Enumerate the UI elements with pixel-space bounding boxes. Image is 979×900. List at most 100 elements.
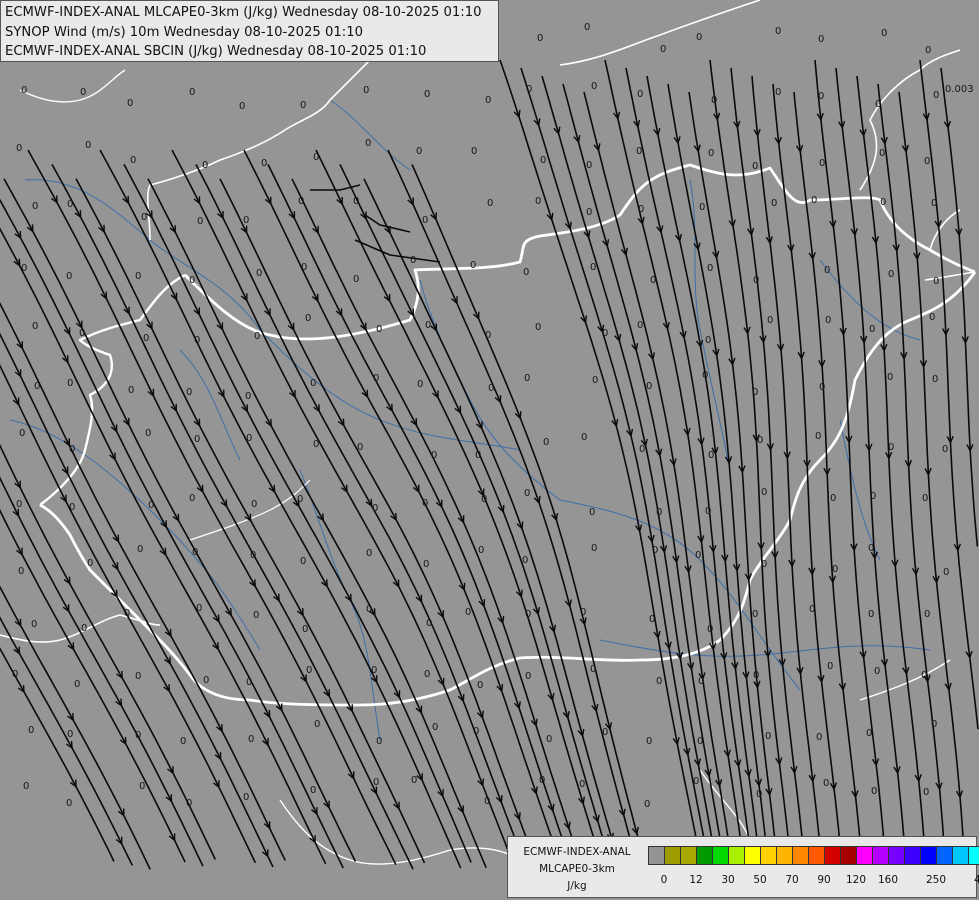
station-value: 0 [135, 671, 141, 682]
station-value: 0 [485, 95, 491, 106]
station-value: 0 [314, 719, 320, 730]
station-value: 0 [66, 271, 72, 282]
station-value: 0 [471, 146, 477, 157]
country-border [859, 49, 961, 191]
station-value: 0 [180, 736, 186, 747]
station-value: 0 [887, 372, 893, 383]
station-value: 0 [135, 730, 141, 741]
station-value: 0 [591, 81, 597, 92]
station-value: 0 [702, 370, 708, 381]
station-value: 0 [465, 607, 471, 618]
station-value: 0 [752, 609, 758, 620]
legend-color-scale [648, 846, 979, 865]
station-value: 0 [771, 198, 777, 209]
station-value: 0 [67, 199, 73, 210]
legend-swatch [808, 846, 825, 865]
station-value: 0 [929, 312, 935, 323]
station-value: 0 [823, 778, 829, 789]
station-value: 0 [313, 439, 319, 450]
station-value: 0 [705, 335, 711, 346]
legend-swatch [712, 846, 729, 865]
station-value: 0 [652, 545, 658, 556]
station-value: 0 [256, 268, 262, 279]
legend-tick-label: 70 [785, 874, 799, 886]
station-value: 0 [366, 548, 372, 559]
station-value: 0 [871, 786, 877, 797]
station-value: 0 [752, 387, 758, 398]
wind-streamline [940, 67, 979, 547]
station-value: 0 [543, 437, 549, 448]
station-value: 0 [417, 379, 423, 390]
station-value: 0 [128, 385, 134, 396]
station-value: 0 [245, 391, 251, 402]
station-value: 0 [825, 315, 831, 326]
legend-swatch [760, 846, 777, 865]
station-value: 0 [21, 85, 27, 96]
station-value: 0 [581, 432, 587, 443]
station-value: 0 [139, 781, 145, 792]
station-value: 0 [524, 488, 530, 499]
station-value: 0 [753, 275, 759, 286]
wind-streamline [0, 227, 327, 865]
wind-streamline [0, 332, 274, 868]
station-values-layer: 0 0 0 0 0 0 0 0 0 0 0 0 0 0 0 0 0 0 0 0 0 0 0 0 0 0 0 0 0 0 0 0 0 0 0 0 0 0 0 0… [12, 22, 974, 810]
station-value: 0 [649, 614, 655, 625]
station-value: 0 [31, 619, 37, 630]
wind-streamline [3, 178, 357, 862]
station-value: 0 [925, 45, 931, 56]
station-value: 0 [470, 260, 476, 271]
color-legend: ECMWF-INDEX-ANAL MLCAPE0-3km J/kg 0 12 30 5… [507, 836, 979, 898]
station-value: 0 [695, 550, 701, 561]
station-value: 0 [761, 487, 767, 498]
station-value: 0 [300, 556, 306, 567]
legend-tick-label: 160 [877, 874, 899, 886]
station-value: 0 [310, 378, 316, 389]
station-value: 0 [923, 787, 929, 798]
station-value: 0 [137, 544, 143, 555]
station-value: 0 [656, 507, 662, 518]
station-value: 0 [868, 609, 874, 620]
wind-streamline [27, 149, 397, 866]
station-value: 0 [473, 726, 479, 737]
station-value: 0 [145, 428, 151, 439]
station-value: 0 [535, 196, 541, 207]
station-value: 0 [875, 99, 881, 110]
station-value: 0 [767, 315, 773, 326]
station-value: 0 [584, 22, 590, 33]
station-value: 0 [487, 198, 493, 209]
wind-streamlines-layer [0, 59, 979, 870]
map-title-box: ECMWF-INDEX-ANAL MLCAPE0-3km (J/kg) Wedn… [0, 0, 499, 62]
station-value: 0 [423, 559, 429, 570]
station-value: 0 [353, 196, 359, 207]
station-value: 0 [127, 98, 133, 109]
station-value: 0 [371, 665, 377, 676]
station-value: 0 [868, 543, 874, 554]
station-value: 0 [523, 267, 529, 278]
station-value: 0 [422, 498, 428, 509]
station-value: 0 [424, 669, 430, 680]
station-value: 0 [243, 792, 249, 803]
station-value: 0 [426, 618, 432, 629]
station-value: 0 [526, 84, 532, 95]
legend-unit: J/kg [567, 880, 587, 892]
station-value: 0 [638, 204, 644, 215]
station-value: 0 [376, 736, 382, 747]
station-value: 0 [811, 195, 817, 206]
station-value: 0 [931, 198, 937, 209]
station-value: 0 [636, 146, 642, 157]
station-value: 0 [484, 796, 490, 807]
legend-swatch [728, 846, 745, 865]
station-value: 0 [357, 442, 363, 453]
station-value: 0 [373, 373, 379, 384]
station-value: 0 [756, 789, 762, 800]
station-value: 0 [650, 275, 656, 286]
station-value: 0 [591, 543, 597, 554]
station-value: 0 [879, 148, 885, 159]
legend-swatch [696, 846, 713, 865]
station-value-special: 0.003 [945, 84, 974, 95]
station-value: 0 [880, 197, 886, 208]
legend-tick-label: 400 [973, 874, 979, 886]
wind-streamline [0, 476, 204, 867]
station-value: 0 [130, 155, 136, 166]
wind-streamline [835, 67, 907, 869]
